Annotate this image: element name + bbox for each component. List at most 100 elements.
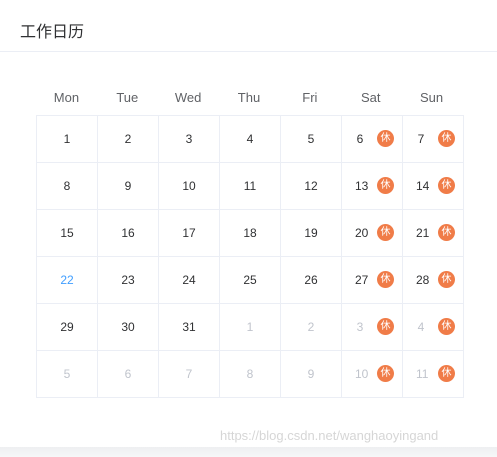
day-cell-content: 8 xyxy=(37,163,97,209)
watermark: https://blog.csdn.net/wanghaoyingand xyxy=(220,428,439,443)
calendar-day-cell[interactable]: 4 xyxy=(219,115,281,163)
calendar-day-cell[interactable]: 23 xyxy=(97,256,159,304)
calendar-day-cell[interactable]: 4休 xyxy=(402,303,464,351)
day-cell-content: 2 xyxy=(281,304,341,350)
calendar-day-cell[interactable]: 28 休 xyxy=(402,256,464,304)
day-number: 8 xyxy=(63,179,71,193)
day-cell-content: 6休 xyxy=(342,116,402,162)
rest-day-badge: 休 xyxy=(377,130,394,147)
day-cell-content: 19 xyxy=(281,210,341,256)
calendar-day-cell[interactable]: 18 xyxy=(219,209,281,257)
calendar-day-cell[interactable]: 11 xyxy=(219,162,281,210)
calendar-day-cell[interactable]: 7休 xyxy=(402,115,464,163)
day-number: 15 xyxy=(60,226,74,240)
day-number: 7 xyxy=(417,132,425,146)
day-number: 9 xyxy=(307,367,315,381)
calendar-day-cell[interactable]: 8 xyxy=(219,350,281,398)
calendar-day-cell[interactable]: 14 休 xyxy=(402,162,464,210)
calendar-day-cell[interactable]: 16 xyxy=(97,209,159,257)
rest-day-badge: 休 xyxy=(438,318,455,335)
weekday-header: Mon Tue Wed Thu Fri Sat Sun xyxy=(36,88,462,108)
weekday-mon: Mon xyxy=(53,90,80,105)
calendar-day-cell[interactable]: 10 xyxy=(158,162,220,210)
calendar-day-cell[interactable]: 3休 xyxy=(341,303,403,351)
day-number: 5 xyxy=(63,367,71,381)
day-cell-content: 13 休 xyxy=(342,163,402,209)
rest-day-badge: 休 xyxy=(377,365,394,382)
calendar-day-cell[interactable]: 6休 xyxy=(341,115,403,163)
calendar-day-cell[interactable]: 3 xyxy=(158,115,220,163)
day-number: 2 xyxy=(307,320,315,334)
calendar-day-cell[interactable]: 21 休 xyxy=(402,209,464,257)
calendar-day-cell[interactable]: 31 xyxy=(158,303,220,351)
calendar-day-cell[interactable]: 30 xyxy=(97,303,159,351)
day-cell-content: 17 xyxy=(159,210,219,256)
calendar-week-row: 22 23 24 25 26 27 休 28 休 xyxy=(36,256,464,304)
calendar-day-cell[interactable]: 26 xyxy=(280,256,342,304)
rest-day-badge: 休 xyxy=(438,224,455,241)
calendar-week-row: 15 16 17 18 19 20 休 21 休 xyxy=(36,209,464,257)
calendar-card: 工作日历 Mon Tue Wed Thu Fri Sat Sun 123456休… xyxy=(0,0,497,447)
calendar-day-cell[interactable]: 24 xyxy=(158,256,220,304)
rest-day-badge: 休 xyxy=(377,271,394,288)
calendar-day-cell[interactable]: 15 xyxy=(36,209,98,257)
calendar-day-cell[interactable]: 1 xyxy=(36,115,98,163)
calendar-day-cell[interactable]: 5 xyxy=(36,350,98,398)
weekday-thu: Thu xyxy=(237,90,261,105)
day-number: 4 xyxy=(246,132,254,146)
day-number: 10 xyxy=(182,179,196,193)
day-number: 7 xyxy=(185,367,193,381)
weekday-wed: Wed xyxy=(174,90,202,105)
calendar-day-cell[interactable]: 22 xyxy=(36,256,98,304)
day-number: 11 xyxy=(416,367,429,381)
calendar-week-row: 8 9 10 11 12 13 休 14 休 xyxy=(36,162,464,210)
day-cell-content: 3休 xyxy=(342,304,402,350)
calendar-day-cell[interactable]: 12 xyxy=(280,162,342,210)
calendar-day-cell[interactable]: 17 xyxy=(158,209,220,257)
day-cell-content: 31 xyxy=(159,304,219,350)
calendar-day-cell[interactable]: 6 xyxy=(97,350,159,398)
calendar-day-cell[interactable]: 13 休 xyxy=(341,162,403,210)
day-number: 17 xyxy=(182,226,196,240)
calendar-day-cell[interactable]: 7 xyxy=(158,350,220,398)
day-number: 20 xyxy=(355,226,369,240)
calendar-day-cell[interactable]: 19 xyxy=(280,209,342,257)
calendar-day-cell[interactable]: 5 xyxy=(280,115,342,163)
day-cell-content: 28 休 xyxy=(403,257,463,303)
calendar-grid: 1 2 3 4 5 6 休 7 休 8 9 10 11 12 13 休 14 休 15 16 17 18 19 20 休 21 休 2… xyxy=(36,115,464,398)
calendar-day-cell[interactable]: 29 xyxy=(36,303,98,351)
day-number: 31 xyxy=(182,320,196,334)
day-cell-content: 10 休 xyxy=(342,351,402,397)
calendar-day-cell[interactable]: 2 xyxy=(280,303,342,351)
card-shadow xyxy=(0,447,497,457)
day-cell-content: 2 xyxy=(98,116,158,162)
calendar-day-cell[interactable]: 9 xyxy=(97,162,159,210)
calendar-week-row: 123456休7休 xyxy=(36,115,464,163)
calendar-day-cell[interactable]: 20 休 xyxy=(341,209,403,257)
day-number: 11 xyxy=(243,179,257,193)
calendar-day-cell[interactable]: 1 xyxy=(219,303,281,351)
calendar-day-cell[interactable]: 11 休 xyxy=(402,350,464,398)
day-cell-content: 18 xyxy=(220,210,280,256)
calendar-day-cell[interactable]: 2 xyxy=(97,115,159,163)
day-cell-content: 16 xyxy=(98,210,158,256)
day-cell-content: 15 xyxy=(37,210,97,256)
day-cell-content: 29 xyxy=(37,304,97,350)
calendar-day-cell[interactable]: 8 xyxy=(36,162,98,210)
calendar-day-cell[interactable]: 9 xyxy=(280,350,342,398)
day-number: 23 xyxy=(121,273,135,287)
day-number: 6 xyxy=(124,367,132,381)
day-number: 29 xyxy=(60,320,74,334)
day-cell-content: 24 xyxy=(159,257,219,303)
day-cell-content: 4 xyxy=(220,116,280,162)
rest-day-badge: 休 xyxy=(377,224,394,241)
day-number: 27 xyxy=(355,273,369,287)
calendar-day-cell[interactable]: 25 xyxy=(219,256,281,304)
calendar-day-cell[interactable]: 27 休 xyxy=(341,256,403,304)
day-cell-content: 6 xyxy=(98,351,158,397)
calendar-day-cell[interactable]: 10 休 xyxy=(341,350,403,398)
day-number: 14 xyxy=(416,179,430,193)
day-number: 12 xyxy=(304,179,318,193)
day-cell-content: 22 xyxy=(37,257,97,303)
day-number: 9 xyxy=(124,179,132,193)
